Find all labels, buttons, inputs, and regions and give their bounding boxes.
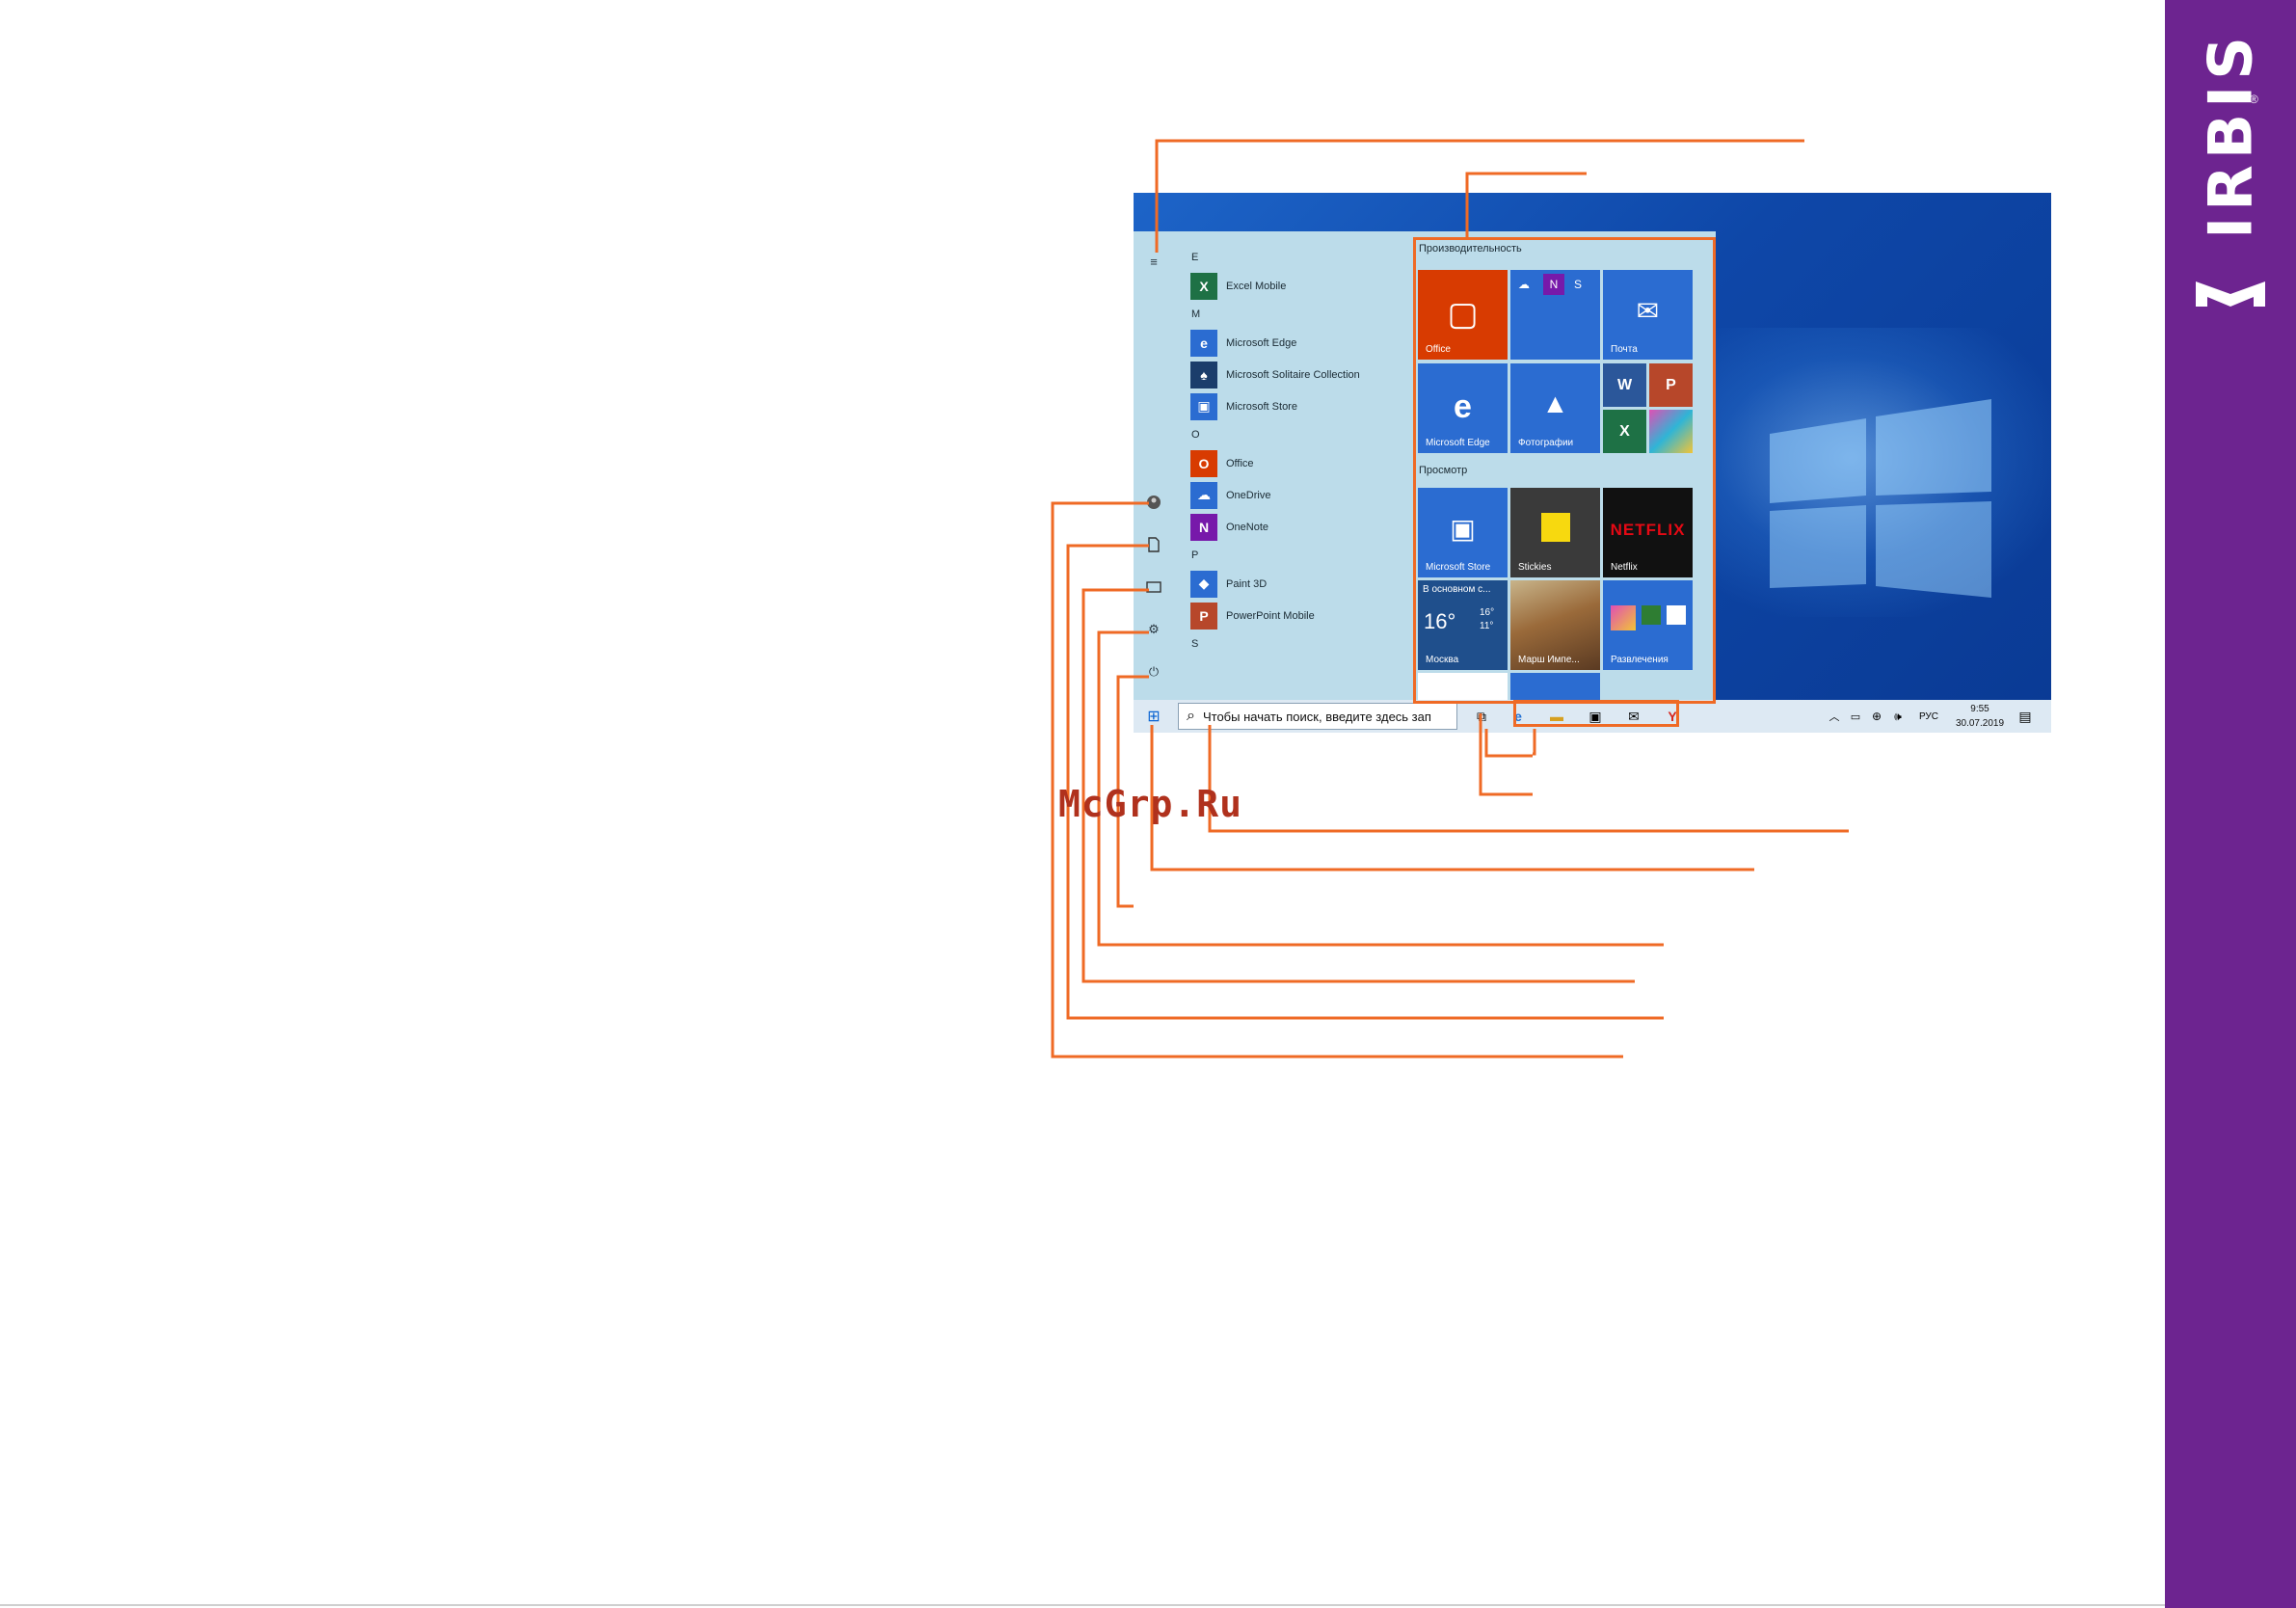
watermark-text: McGrp.Ru bbox=[1058, 783, 1243, 825]
callout-line-tiles bbox=[1465, 172, 1587, 237]
callout-line-documents bbox=[1066, 544, 1664, 1020]
callout-line-pinned-short bbox=[1484, 729, 1533, 758]
callout-line-hamburger bbox=[1155, 139, 1804, 253]
callout-line-pinned-apps bbox=[1533, 729, 1536, 756]
callout-line-search bbox=[1208, 725, 1849, 833]
callout-line-task-view bbox=[1479, 713, 1533, 796]
callout-line-user bbox=[1051, 501, 1623, 1059]
bottom-divider bbox=[0, 1604, 2165, 1606]
